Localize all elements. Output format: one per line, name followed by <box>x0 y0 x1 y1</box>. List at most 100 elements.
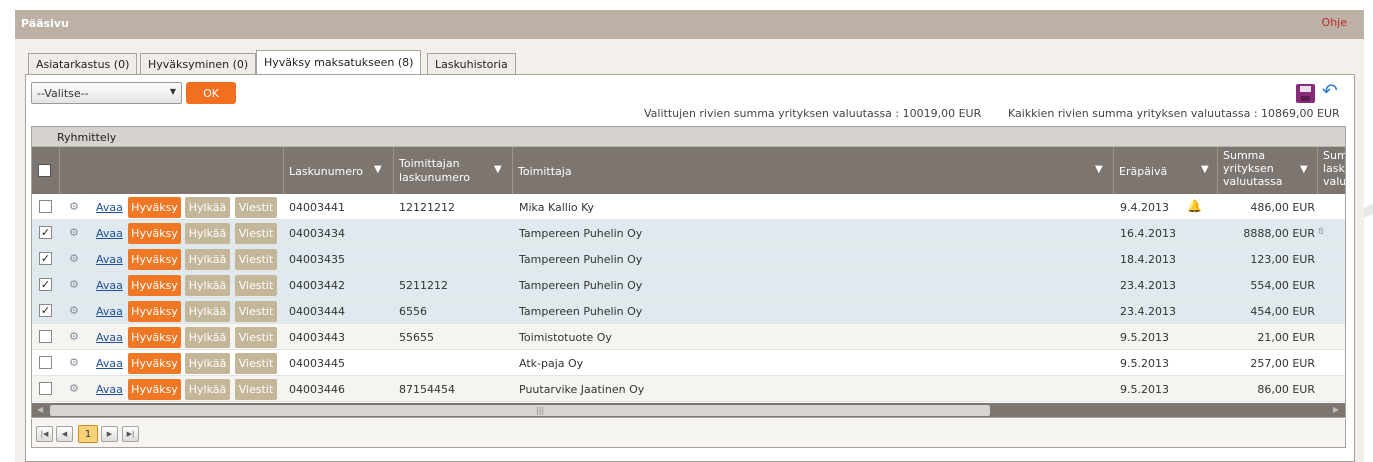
approve-button[interactable]: Hyväksy <box>128 379 181 400</box>
header-invoice-number[interactable]: Laskunumero ▼ <box>284 147 394 194</box>
approve-button[interactable]: Hyväksy <box>128 249 181 270</box>
approve-button[interactable]: Hyväksy <box>128 223 181 244</box>
selected-rows-sum: Valittujen rivien summa yrityksen valuut… <box>644 107 982 120</box>
settings-icon[interactable]: ⚙ <box>69 278 79 291</box>
filter-icon[interactable]: ▼ <box>1201 164 1209 175</box>
approve-button[interactable]: Hyväksy <box>128 197 181 218</box>
messages-button[interactable]: Viestit <box>235 379 277 400</box>
supplier-invoice-number: 87154454 <box>399 383 455 396</box>
messages-button[interactable]: Viestit <box>235 223 277 244</box>
current-page[interactable]: 1 <box>78 425 98 443</box>
ok-button[interactable]: OK <box>186 82 236 104</box>
table-row[interactable]: ⚙ Avaa Hyväksy Hylkää Viestit 04003443 55655 To… <box>32 324 1345 350</box>
row-checkbox[interactable] <box>39 382 52 395</box>
prev-page-button[interactable]: ◀ <box>56 426 73 442</box>
table-row[interactable]: ✓ ⚙ Avaa Hyväksy Hylkää Viestit 04003434 Tamper… <box>32 220 1345 246</box>
supplier-invoice-number: 5211212 <box>399 279 448 292</box>
invoice-number: 04003435 <box>289 253 345 266</box>
action-select[interactable]: --Valitse-- ▼ <box>31 82 182 104</box>
settings-icon[interactable]: ⚙ <box>69 226 79 239</box>
header-sum-invoice-currency[interactable]: Sum lask valu <box>1318 147 1345 194</box>
open-link[interactable]: Avaa <box>96 383 123 396</box>
tab-laskuhistoria[interactable]: Laskuhistoria <box>427 53 516 74</box>
reject-button[interactable]: Hylkää <box>185 327 230 348</box>
settings-icon[interactable]: ⚙ <box>69 356 79 369</box>
table-row[interactable]: ✓ ⚙ Avaa Hyväksy Hylkää Viestit 04003444 6556 Ta… <box>32 298 1345 324</box>
reject-button[interactable]: Hylkää <box>185 223 230 244</box>
help-link[interactable]: Ohje <box>1322 16 1347 29</box>
save-icon[interactable] <box>1296 84 1315 103</box>
header-invoice-number-label: Laskunumero <box>289 165 364 178</box>
reject-button[interactable]: Hylkää <box>185 275 230 296</box>
invoice-number: 04003443 <box>289 331 345 344</box>
scroll-left-icon[interactable]: ◀ <box>37 405 43 414</box>
messages-button[interactable]: Viestit <box>235 275 277 296</box>
settings-icon[interactable]: ⚙ <box>69 382 79 395</box>
settings-icon[interactable]: ⚙ <box>69 200 79 213</box>
cut-off-value: 8 <box>1318 227 1324 237</box>
supplier-name: Toimistotuote Oy <box>519 331 612 344</box>
filter-icon[interactable]: ▼ <box>494 164 502 175</box>
tab-asiatarkastus[interactable]: Asiatarkastus (0) <box>28 53 138 74</box>
messages-button[interactable]: Viestit <box>235 249 277 270</box>
header-sum[interactable]: Summa yrityksen valuutassa ▼ <box>1218 147 1318 194</box>
table-row[interactable]: ⚙ Avaa Hyväksy Hylkää Viestit 04003441 1212121… <box>32 194 1345 220</box>
row-checkbox[interactable] <box>39 200 52 213</box>
row-checkbox[interactable] <box>39 330 52 343</box>
row-checkbox[interactable]: ✓ <box>39 304 52 317</box>
first-page-button[interactable]: |◀ <box>36 426 53 442</box>
reject-button[interactable]: Hylkää <box>185 249 230 270</box>
messages-button[interactable]: Viestit <box>235 353 277 374</box>
row-checkbox[interactable] <box>39 356 52 369</box>
open-link[interactable]: Avaa <box>96 227 123 240</box>
row-checkbox[interactable]: ✓ <box>39 226 52 239</box>
header-supplier-invoice-line1: Toimittajan <box>399 157 460 170</box>
table-row[interactable]: ⚙ Avaa Hyväksy Hylkää Viestit 04003445 Atk-paj… <box>32 350 1345 376</box>
tab-hyvaksy-maksatukseen[interactable]: Hyväksy maksatukseen (8) <box>256 50 422 75</box>
filter-icon[interactable]: ▼ <box>1300 164 1308 175</box>
undo-icon[interactable]: ↶ <box>1322 82 1338 101</box>
row-checkbox[interactable]: ✓ <box>39 278 52 291</box>
approve-button[interactable]: Hyväksy <box>128 275 181 296</box>
reject-button[interactable]: Hylkää <box>185 353 230 374</box>
open-link[interactable]: Avaa <box>96 201 123 214</box>
amount: 454,00 EUR <box>1250 305 1315 318</box>
reject-button[interactable]: Hylkää <box>185 197 230 218</box>
approve-button[interactable]: Hyväksy <box>128 353 181 374</box>
invoice-number: 04003442 <box>289 279 345 292</box>
reject-button[interactable]: Hylkää <box>185 301 230 322</box>
settings-icon[interactable]: ⚙ <box>69 252 79 265</box>
header-due-date[interactable]: Eräpäivä ▼ <box>1114 147 1218 194</box>
messages-button[interactable]: Viestit <box>235 327 277 348</box>
table-row[interactable]: ✓ ⚙ Avaa Hyväksy Hylkää Viestit 04003435 Tamper… <box>32 246 1345 272</box>
last-page-button[interactable]: ▶| <box>122 426 139 442</box>
due-date: 18.4.2013 <box>1120 253 1176 266</box>
open-link[interactable]: Avaa <box>96 253 123 266</box>
messages-button[interactable]: Viestit <box>235 301 277 322</box>
grouping-bar[interactable]: Ryhmittely <box>32 127 1345 147</box>
settings-icon[interactable]: ⚙ <box>69 304 79 317</box>
open-link[interactable]: Avaa <box>96 357 123 370</box>
next-page-button[interactable]: ▶ <box>101 426 118 442</box>
open-link[interactable]: Avaa <box>96 279 123 292</box>
horizontal-scrollbar[interactable]: ◀ ||| ▶ <box>32 403 1345 417</box>
reject-button[interactable]: Hylkää <box>185 379 230 400</box>
header-supplier-invoice-line2: laskunumero <box>399 171 470 184</box>
open-link[interactable]: Avaa <box>96 331 123 344</box>
approve-button[interactable]: Hyväksy <box>128 301 181 322</box>
filter-icon[interactable]: ▼ <box>1095 164 1103 175</box>
table-row[interactable]: ✓ ⚙ Avaa Hyväksy Hylkää Viestit 04003442 521121… <box>32 272 1345 298</box>
filter-icon[interactable]: ▼ <box>374 164 382 175</box>
table-row[interactable]: ⚙ Avaa Hyväksy Hylkää Viestit 04003446 8715445… <box>32 376 1345 402</box>
header-supplier-invoice[interactable]: Toimittajan laskunumero ▼ <box>394 147 513 194</box>
approve-button[interactable]: Hyväksy <box>128 327 181 348</box>
settings-icon[interactable]: ⚙ <box>69 330 79 343</box>
select-all-checkbox[interactable] <box>38 164 51 177</box>
row-checkbox[interactable]: ✓ <box>39 252 52 265</box>
header-supplier[interactable]: Toimittaja ▼ <box>513 147 1114 194</box>
tab-hyvaksyminen[interactable]: Hyväksyminen (0) <box>140 53 257 74</box>
open-link[interactable]: Avaa <box>96 305 123 318</box>
scrollbar-thumb[interactable]: ||| <box>50 405 990 416</box>
messages-button[interactable]: Viestit <box>235 197 277 218</box>
scroll-right-icon[interactable]: ▶ <box>1333 405 1339 414</box>
